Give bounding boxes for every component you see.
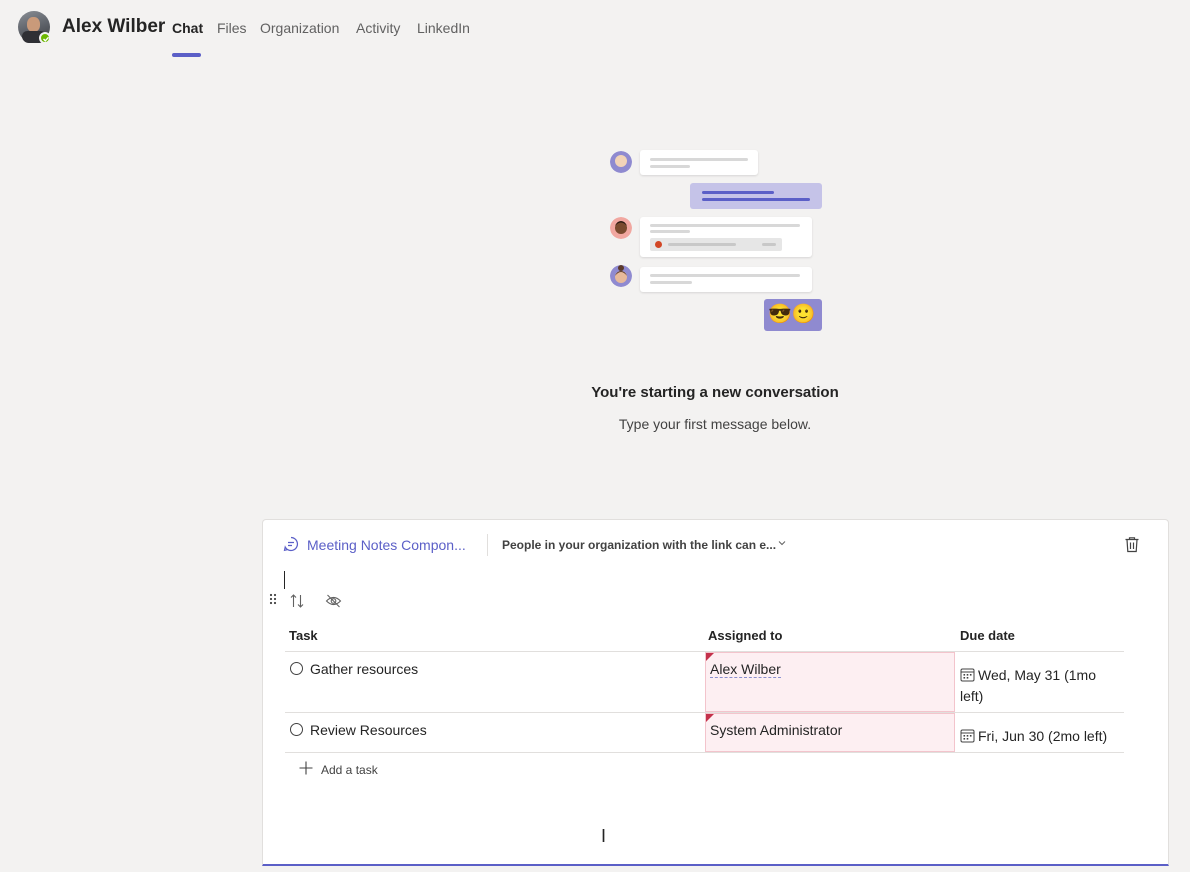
emoji-text: 😎🙂 — [768, 304, 816, 325]
due-date-text: Fri, Jun 30 (2mo left) — [978, 728, 1108, 744]
person-avatar-icon — [610, 151, 632, 173]
loop-icon — [283, 536, 299, 552]
tab-chat[interactable]: Chat — [172, 20, 203, 36]
permission-dropdown[interactable]: People in your organization with the lin… — [502, 538, 776, 552]
due-date-cell[interactable]: Fri, Jun 30 (2mo left) — [960, 726, 1120, 747]
hide-icon[interactable] — [325, 593, 342, 609]
assignee-name[interactable]: Alex Wilber — [710, 661, 781, 678]
drag-handle-icon[interactable] — [269, 593, 277, 605]
assigned-to-cell[interactable]: Alex Wilber — [705, 652, 955, 712]
chat-header: Alex Wilber Chat Files Organization Acti… — [0, 0, 1190, 57]
column-header-assigned-to[interactable]: Assigned to — [708, 628, 782, 643]
table-row-divider — [285, 752, 1124, 753]
plus-icon[interactable] — [299, 761, 313, 775]
chat-bubble — [640, 267, 812, 292]
person-avatar-icon — [610, 217, 632, 239]
tab-activity[interactable]: Activity — [356, 20, 400, 36]
header-divider — [487, 534, 488, 556]
text-cursor[interactable] — [284, 571, 285, 589]
checkmark-icon — [43, 36, 50, 42]
chat-bubble — [640, 150, 758, 175]
new-conversation-subtitle: Type your first message below. — [618, 416, 812, 432]
task-title[interactable]: Review Resources — [310, 722, 427, 738]
column-header-due-date[interactable]: Due date — [960, 628, 1015, 643]
calendar-icon — [960, 729, 975, 743]
user-name: Alex Wilber — [62, 16, 166, 37]
tab-linkedin[interactable]: LinkedIn — [417, 20, 470, 36]
chat-bubble-self — [690, 183, 822, 209]
task-title[interactable]: Gather resources — [310, 661, 418, 677]
tab-organization[interactable]: Organization — [260, 20, 339, 36]
new-conversation-illustration: 😎🙂 — [600, 145, 840, 345]
component-name-link[interactable]: Meeting Notes Compon... — [307, 537, 466, 553]
sort-icon[interactable] — [289, 593, 305, 609]
chevron-down-icon[interactable] — [778, 539, 786, 547]
mouse-cursor-ibeam: I — [601, 826, 607, 846]
add-task-button[interactable]: Add a task — [321, 763, 378, 777]
active-tab-indicator — [172, 53, 201, 57]
trash-icon[interactable] — [1124, 536, 1140, 553]
edit-marker — [706, 653, 714, 661]
assigned-to-cell[interactable]: System Administrator — [705, 713, 955, 752]
due-date-cell[interactable]: Wed, May 31 (1mo left) — [960, 665, 1120, 707]
person-avatar-icon — [610, 265, 632, 287]
tab-files[interactable]: Files — [217, 20, 247, 36]
new-conversation-title: You're starting a new conversation — [591, 384, 839, 401]
loop-component-card[interactable]: Meeting Notes Compon... People in your o… — [262, 519, 1169, 866]
due-date-text: Wed, May 31 (1mo left) — [960, 667, 1097, 704]
calendar-icon — [960, 668, 975, 682]
chat-bubble-attachment — [640, 217, 812, 257]
presence-available-icon — [39, 32, 51, 44]
avatar-face — [27, 17, 40, 32]
task-complete-checkbox[interactable] — [290, 723, 303, 736]
assignee-name[interactable]: System Administrator — [710, 722, 842, 738]
column-header-task[interactable]: Task — [289, 628, 318, 643]
task-complete-checkbox[interactable] — [290, 662, 303, 675]
edit-marker — [706, 714, 714, 722]
emoji-bubble: 😎🙂 — [764, 299, 822, 331]
